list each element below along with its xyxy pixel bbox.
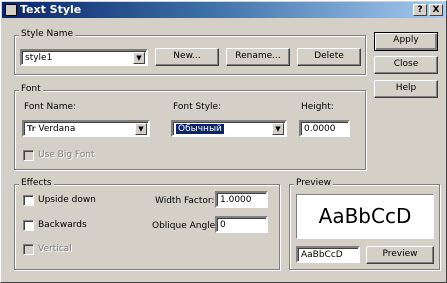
backwards-label: Backwards xyxy=(38,220,87,230)
close-title-button[interactable]: X xyxy=(429,4,443,16)
title-bar[interactable]: Text Style ? X xyxy=(2,2,445,18)
font-name-label: Font Name: xyxy=(24,102,77,112)
preview-button[interactable]: Preview xyxy=(366,246,434,264)
width-factor-input[interactable]: 1.0000 xyxy=(215,191,268,208)
preview-text-input[interactable]: AaBbCcD xyxy=(296,246,360,263)
vertical-label: Vertical xyxy=(38,244,72,254)
rename-style-button[interactable]: Rename... xyxy=(226,48,290,66)
oblique-angle-label: Oblique Angle: xyxy=(152,221,219,231)
font-style-label: Font Style: xyxy=(173,102,222,112)
font-style-value: Обычный xyxy=(176,124,224,134)
effects-legend: Effects xyxy=(19,178,54,188)
delete-style-button[interactable]: Delete xyxy=(297,48,361,66)
backwards-checkbox[interactable] xyxy=(23,220,34,231)
use-big-font-checkbox[interactable] xyxy=(23,150,34,161)
vertical-checkbox[interactable] xyxy=(23,244,34,255)
font-style-dropdown[interactable]: Обычный ▼ xyxy=(171,120,287,137)
truetype-icon: Tr xyxy=(27,124,36,133)
chevron-down-icon[interactable]: ▼ xyxy=(135,123,147,135)
height-input[interactable]: 0.0000 xyxy=(299,120,350,137)
new-style-button[interactable]: New... xyxy=(155,48,219,66)
help-title-button[interactable]: ? xyxy=(413,4,427,16)
width-factor-label: Width Factor: xyxy=(155,196,215,206)
style-name-value: style1 xyxy=(25,53,53,63)
upside-down-label: Upside down xyxy=(38,195,96,205)
font-name-value: Verdana xyxy=(38,124,76,134)
upside-down-checkbox[interactable] xyxy=(23,195,34,206)
preview-image: AaBbCcD xyxy=(296,194,434,239)
font-legend: Font xyxy=(19,84,43,94)
close-button[interactable]: Close xyxy=(374,56,438,74)
preview-legend: Preview xyxy=(294,178,334,188)
chevron-down-icon[interactable]: ▼ xyxy=(133,52,145,64)
help-button[interactable]: Help xyxy=(374,80,438,98)
chevron-down-icon[interactable]: ▼ xyxy=(272,123,284,135)
apply-button[interactable]: Apply xyxy=(374,32,438,51)
font-name-dropdown[interactable]: Tr Verdana ▼ xyxy=(22,120,150,137)
style-name-dropdown[interactable]: style1 ▼ xyxy=(20,49,148,66)
oblique-angle-input[interactable]: 0 xyxy=(215,216,268,233)
style-name-legend: Style Name xyxy=(19,29,76,39)
use-big-font-label: Use Big Font xyxy=(38,150,95,160)
window-title: Text Style xyxy=(20,3,82,16)
app-icon xyxy=(5,4,17,16)
height-label: Height: xyxy=(301,102,334,112)
